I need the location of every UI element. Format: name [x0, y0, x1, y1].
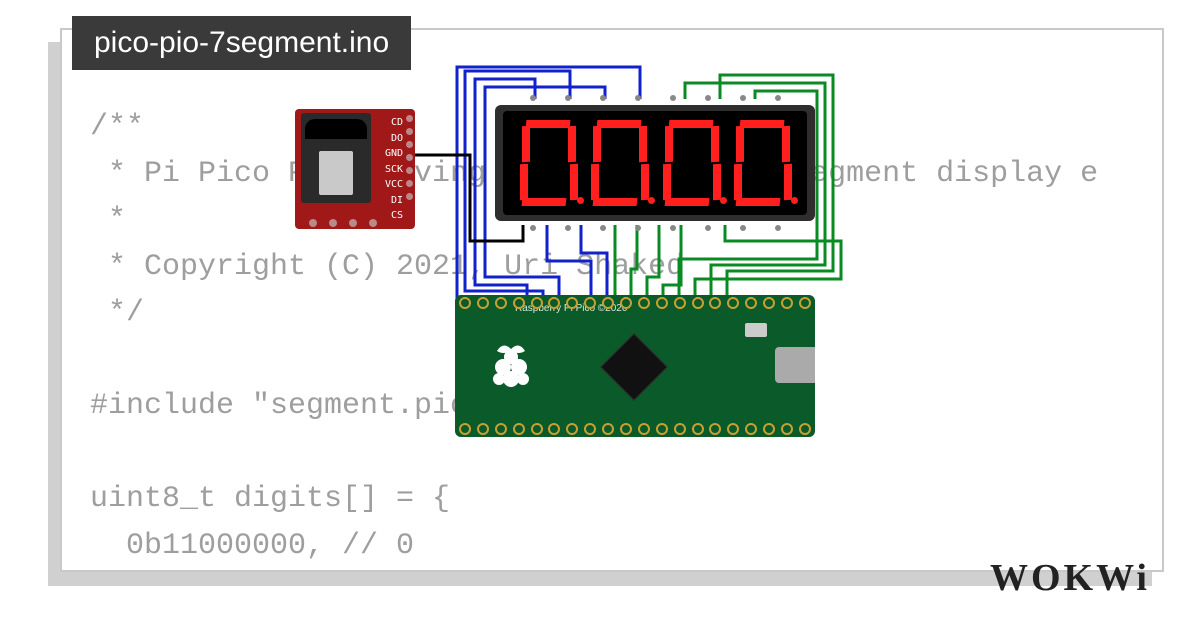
code-line: /**: [90, 110, 144, 144]
code-line: uint8_t digits[] = {: [90, 482, 450, 516]
usb-port-icon: [775, 347, 815, 383]
seven-segment-display[interactable]: [495, 105, 815, 221]
sevenseg-digit-3: [732, 118, 792, 208]
circuit-diagram[interactable]: CD DO GND SCK VCC DI CS Raspberry Pi Pic…: [285, 65, 895, 445]
raspberry-pi-pico[interactable]: Raspberry Pi Pico ©2020: [455, 295, 815, 437]
sevenseg-digit-1: [589, 118, 649, 208]
sevenseg-digit-0: [518, 118, 578, 208]
code-line: */: [90, 296, 144, 330]
file-tab-label: pico-pio-7segment.ino: [94, 26, 389, 59]
raspberry-logo-icon: [483, 337, 539, 393]
file-tab[interactable]: pico-pio-7segment.ino: [72, 16, 411, 70]
wokwi-logo: WOKWi: [990, 556, 1150, 600]
sevenseg-pins-top: [515, 95, 795, 103]
rp2040-chip-icon: [600, 333, 668, 401]
pico-pins-top: [459, 297, 811, 309]
code-line: *: [90, 203, 126, 237]
sdcard-icon: [301, 113, 371, 203]
sevenseg-digit-2: [661, 118, 721, 208]
bootsel-button[interactable]: [745, 323, 767, 337]
code-line: 0b11000000, // 0: [90, 529, 414, 563]
sevenseg-pins-bottom: [515, 225, 795, 233]
microsd-module[interactable]: CD DO GND SCK VCC DI CS: [295, 109, 415, 229]
sd-mount-holes: [309, 219, 377, 227]
sevenseg-screen: [503, 111, 807, 215]
sd-pin-labels: CD DO GND SCK VCC DI CS: [385, 115, 403, 224]
sd-pin-holes: [406, 115, 413, 200]
pico-pins-bottom: [459, 423, 811, 435]
